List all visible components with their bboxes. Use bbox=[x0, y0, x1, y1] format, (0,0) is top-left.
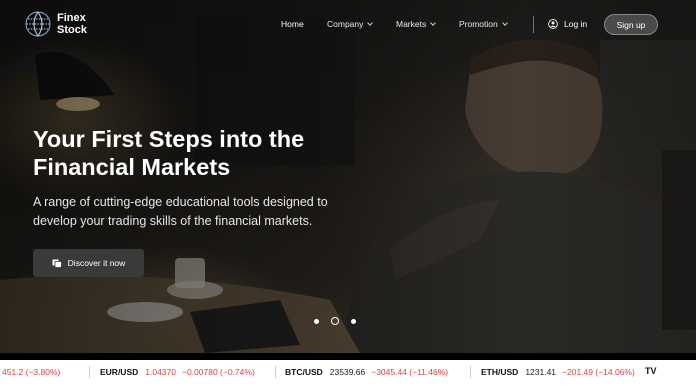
ticker-separator bbox=[89, 366, 90, 378]
ticker-symbol: ETH/USD bbox=[481, 367, 519, 377]
ticker-item[interactable]: BTC/USD 23539.66 −3045.44 (−11.46%) bbox=[285, 367, 448, 377]
ticker-change: −0.00780 (−0.74%) bbox=[182, 367, 255, 377]
ticker-symbol: BTC/USD bbox=[285, 367, 323, 377]
ticker-symbol: EUR/USD bbox=[100, 367, 139, 377]
ticker-separator bbox=[470, 366, 471, 378]
user-icon bbox=[548, 19, 558, 29]
ticker-change: −201.49 (−14.06%) bbox=[562, 367, 635, 377]
nav-item-label: Promotion bbox=[459, 19, 498, 29]
discover-button[interactable]: Discover it now bbox=[33, 249, 144, 277]
slider-pagination bbox=[314, 317, 368, 325]
globe-logo-icon bbox=[25, 11, 51, 37]
ticker-change: 451.2 (−3.80%) bbox=[2, 367, 61, 377]
discover-button-label: Discover it now bbox=[67, 258, 126, 268]
chevron-down-icon bbox=[430, 20, 437, 26]
brand-name: Finex Stock bbox=[57, 12, 87, 36]
login-link[interactable]: Log in bbox=[548, 19, 587, 29]
book-icon bbox=[52, 259, 62, 268]
nav-item-label: Markets bbox=[396, 19, 427, 29]
ticker-item[interactable]: ETH/USD 1231.41 −201.49 (−14.06%) bbox=[481, 367, 635, 377]
login-label: Log in bbox=[564, 19, 588, 29]
signup-label: Sign up bbox=[616, 19, 646, 30]
nav-item-company[interactable]: Company bbox=[327, 19, 374, 29]
signup-button[interactable]: Sign up bbox=[604, 14, 658, 35]
ticker-price: 1231.41 bbox=[525, 367, 557, 377]
chevron-down-icon bbox=[501, 20, 508, 26]
nav-item-label: Home bbox=[281, 19, 304, 29]
hero-subtitle: A range of cutting-edge educational tool… bbox=[33, 195, 328, 228]
brand-name-line1: Finex bbox=[57, 12, 86, 24]
ticker-price: 1.04370 bbox=[145, 367, 176, 377]
ticker-item[interactable]: 451.2 (−3.80%) bbox=[2, 367, 60, 377]
nav-item-promotion[interactable]: Promotion bbox=[459, 19, 508, 29]
slide-dot[interactable] bbox=[314, 318, 319, 324]
ticker-price: 23539.66 bbox=[329, 367, 366, 377]
ticker-item[interactable]: EUR/USD 1.04370 −0.00780 (−0.74%) bbox=[100, 367, 255, 377]
chevron-down-icon bbox=[367, 20, 374, 26]
nav-divider bbox=[533, 16, 534, 33]
brand-logo[interactable]: Finex Stock bbox=[25, 11, 87, 37]
price-ticker: 451.2 (−3.80%) EUR/USD 1.04370 −0.00780 … bbox=[0, 360, 696, 385]
nav-item-label: Company bbox=[327, 19, 364, 29]
hero-title: Your First Steps into the Financial Mark… bbox=[33, 126, 305, 180]
brand-name-line2: Stock bbox=[57, 24, 87, 36]
ticker-change: −3045.44 (−11.46%) bbox=[371, 367, 449, 377]
nav-item-home[interactable]: Home bbox=[281, 19, 304, 29]
slide-dot-active[interactable] bbox=[331, 317, 339, 325]
tradingview-logo-icon[interactable]: TV bbox=[645, 366, 657, 376]
site-header: Finex Stock Home Company Markets Promoti… bbox=[0, 0, 696, 50]
ticker-separator bbox=[275, 366, 276, 378]
slide-dot[interactable] bbox=[351, 318, 356, 324]
nav-item-markets[interactable]: Markets bbox=[396, 19, 437, 29]
